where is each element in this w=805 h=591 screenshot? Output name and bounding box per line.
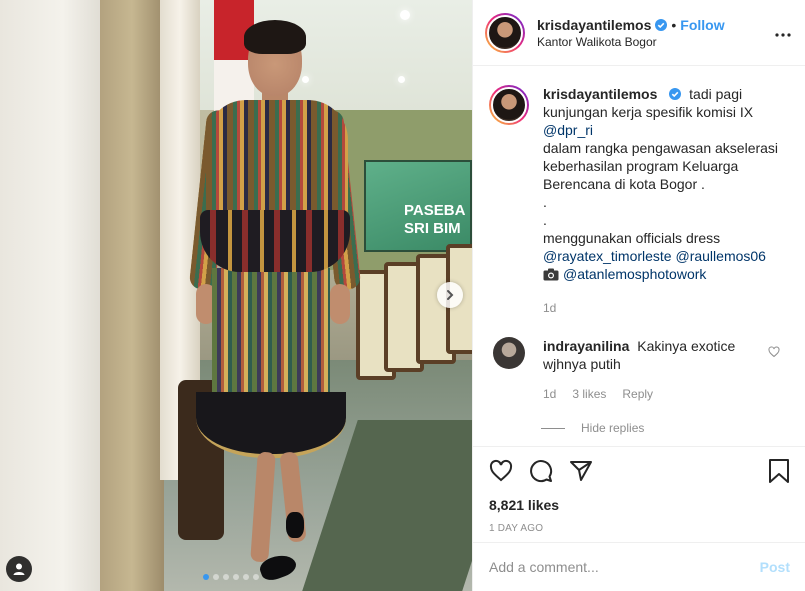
comment-like-button[interactable] [768,345,780,361]
carousel-dot [223,574,229,580]
post-comment-button[interactable]: Post [760,559,790,575]
caption-text: . [543,194,547,210]
caption-timestamp[interactable]: 1d [543,299,778,317]
separator-dot: • [671,16,677,33]
caption-username[interactable]: krisdayantilemos [543,86,657,102]
bookmark-icon [769,459,789,483]
comment-input[interactable] [489,559,760,575]
caption-avatar[interactable] [489,85,529,125]
hide-replies-label: Hide replies [581,421,645,435]
post-actions: 8,821 likes 1 DAY AGO [473,446,805,534]
share-button[interactable] [569,459,593,483]
ceiling-light [398,76,405,83]
comments-list[interactable]: krisdayantilemos tadi pagi kunjungan ker… [473,67,805,445]
like-button[interactable] [489,459,513,483]
tagged-users-button[interactable] [6,556,32,582]
wood-panel [100,0,164,591]
user-icon [13,563,25,575]
likes-count[interactable]: 8,821 likes [489,497,790,513]
carousel-dot [233,574,239,580]
caption-text: dalam rangka pengawasan akselerasi [543,140,779,156]
caption: krisdayantilemos tadi pagi kunjungan ker… [489,85,790,317]
white-door [0,0,105,591]
add-comment-bar: Post [473,542,805,591]
verified-badge-icon [669,88,682,100]
carousel-dot [213,574,219,580]
heart-icon [768,346,780,358]
verified-badge-icon [655,18,668,31]
location-link[interactable]: Kantor Walikota Bogor [537,35,725,49]
hide-replies-button[interactable]: Hide replies [541,421,790,435]
save-button[interactable] [768,459,790,483]
comment-item: indrayanilina Kakinya exotice wjhnya put… [489,337,790,403]
caption-text: kunjungan kerja spesifik komisi IX [543,104,754,120]
mention-link[interactable]: @dpr_ri [543,121,778,139]
post-date[interactable]: 1 DAY AGO [489,523,790,534]
more-options-icon [775,33,791,37]
comment-username[interactable]: indrayanilina [543,338,629,354]
header-username[interactable]: krisdayantilemos [537,17,651,33]
carousel-dot [253,574,259,580]
chevron-right-icon [447,290,454,300]
mention-link[interactable]: @rayatex_timorleste [543,248,672,264]
screen-text: PASEBA SRI BIM [404,202,466,237]
mention-link[interactable]: @atanlemosphotowork [563,266,706,282]
ceiling-light [400,10,410,20]
carousel-dot [203,574,209,580]
divider [541,427,565,429]
follow-button[interactable]: Follow [680,17,724,33]
post-header: krisdayantilemos • Follow Kantor Walikot… [473,0,805,66]
caption-text: menggunakan officials dress [543,230,721,246]
caption-text: Berencana di kota Bogor . [543,176,705,192]
comment-button[interactable] [529,459,553,483]
avatar[interactable] [485,12,525,53]
mention-link[interactable]: @raullemos06 [675,248,765,264]
carousel-next-button[interactable] [437,282,463,308]
comment-text: Kakinya exotice [637,338,736,354]
camera-icon [543,267,559,285]
post-photo[interactable]: PASEBA SRI BIM [0,0,472,591]
carousel-indicator [203,574,259,580]
comment-avatar[interactable] [493,337,525,369]
background-screen: PASEBA SRI BIM [364,160,472,252]
caption-text: tadi pagi [689,86,743,102]
share-icon [570,461,592,481]
comment-text: wjhnya putih [543,356,621,372]
comment-likes[interactable]: 3 likes [572,385,606,403]
chairs [350,240,472,420]
carousel-dot [243,574,249,580]
ceiling-light [302,76,309,83]
reply-button[interactable]: Reply [622,385,653,403]
post-sidebar: krisdayantilemos • Follow Kantor Walikot… [472,0,805,591]
comment-icon [530,460,553,483]
heart-icon [489,459,513,482]
caption-text: . [543,212,547,228]
more-options-button[interactable] [775,24,791,40]
comment-timestamp[interactable]: 1d [543,385,556,403]
caption-text: keberhasilan program Keluarga [543,158,739,174]
